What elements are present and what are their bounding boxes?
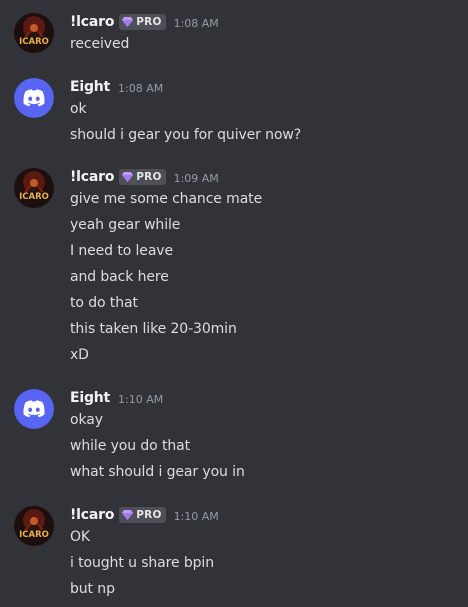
- timestamp: 1:09 AM: [173, 171, 219, 185]
- timestamp: 1:08 AM: [173, 16, 219, 30]
- message-header: !lcaro PRO 1:08 AM: [70, 11, 219, 33]
- message-line: and back here: [70, 269, 169, 285]
- message-line: xD: [70, 347, 89, 363]
- timestamp: 1:08 AM: [118, 81, 164, 95]
- message-line: received: [70, 36, 130, 52]
- icaro-avatar-icon[interactable]: ICARO: [14, 13, 54, 53]
- message-line: ok: [70, 101, 87, 117]
- username[interactable]: !lcaro: [70, 169, 114, 185]
- timestamp: 1:10 AM: [118, 392, 164, 406]
- message-header: !lcaro PRO 1:09 AM: [70, 166, 219, 188]
- message-line: what should i gear you in: [70, 464, 245, 480]
- gem-icon: [122, 17, 134, 27]
- message-header: Eight 1:08 AM: [70, 76, 163, 98]
- message-line: give me some chance mate: [70, 191, 263, 207]
- username[interactable]: !lcaro: [70, 14, 114, 30]
- svg-text:ICARO: ICARO: [19, 192, 49, 202]
- message-line: this taken like 20-30min: [70, 321, 237, 337]
- discord-default-avatar-icon[interactable]: [14, 78, 54, 118]
- message-line: I need to leave: [70, 243, 174, 259]
- discord-default-avatar-icon[interactable]: [14, 389, 54, 429]
- message-line: but np: [70, 581, 115, 597]
- message-line: yeah gear while: [70, 217, 181, 233]
- icaro-avatar-icon[interactable]: ICARO: [14, 168, 54, 208]
- message-line: okay: [70, 412, 103, 428]
- pro-badge-label: PRO: [136, 16, 162, 28]
- svg-text:ICARO: ICARO: [19, 37, 49, 47]
- message-line: while you do that: [70, 438, 190, 454]
- pro-badge[interactable]: PRO: [119, 169, 166, 185]
- icaro-avatar-icon[interactable]: ICARO: [14, 506, 54, 546]
- username[interactable]: Eight: [70, 390, 110, 406]
- message-header: !lcaro PRO 1:10 AM: [70, 504, 219, 526]
- timestamp: 1:10 AM: [173, 509, 219, 523]
- message-line: i tought u share bpin: [70, 555, 214, 571]
- gem-icon: [122, 510, 134, 520]
- message-line: OK: [70, 529, 91, 545]
- username[interactable]: !lcaro: [70, 507, 114, 523]
- message-header: Eight 1:10 AM: [70, 387, 163, 409]
- pro-badge-label: PRO: [136, 509, 162, 521]
- gem-icon: [122, 172, 134, 182]
- message-line: should i gear you for quiver now?: [70, 127, 302, 143]
- username[interactable]: Eight: [70, 79, 110, 95]
- pro-badge[interactable]: PRO: [119, 14, 166, 30]
- pro-badge[interactable]: PRO: [119, 507, 166, 523]
- svg-text:ICARO: ICARO: [19, 530, 49, 540]
- message-line: to do that: [70, 295, 138, 311]
- pro-badge-label: PRO: [136, 171, 162, 183]
